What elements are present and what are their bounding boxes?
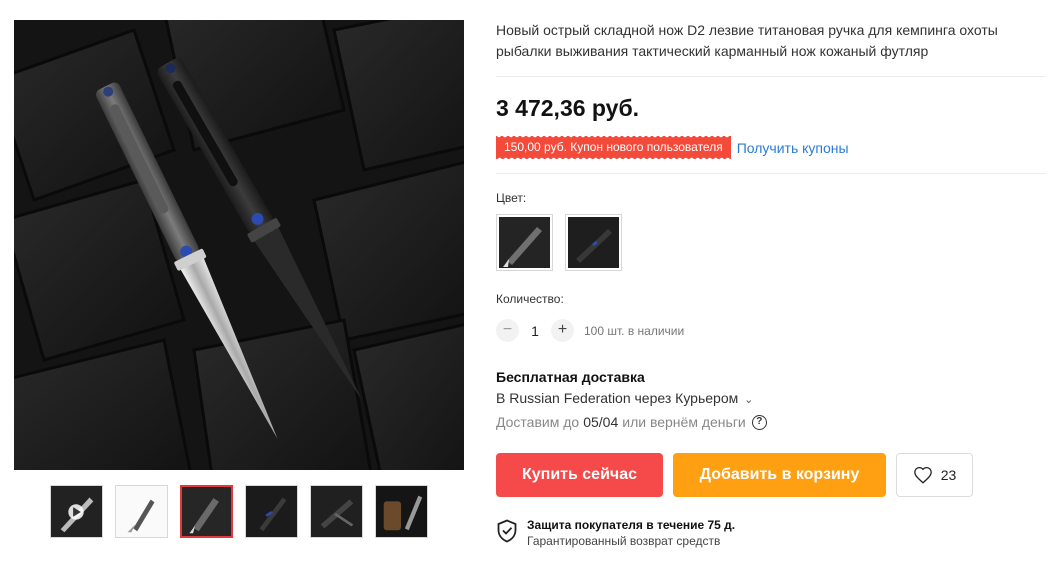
action-buttons: Купить сейчас Добавить в корзину 23: [496, 453, 1046, 497]
add-to-cart-button[interactable]: Добавить в корзину: [673, 453, 886, 497]
divider: [496, 76, 1046, 77]
delivery-estimate: Доставим до 05/04 или вернём деньги ?: [496, 414, 1046, 430]
delivery-date: 05/04: [583, 414, 619, 430]
knife-photo: [14, 20, 464, 470]
coupon-row: 150,00 руб. Купон нового пользователя По…: [496, 136, 1046, 159]
thumbnail-black-open[interactable]: [310, 485, 363, 538]
color-label: Цвет:: [496, 191, 527, 205]
product-main-image[interactable]: [14, 20, 464, 470]
shipping-title: Бесплатная доставка: [496, 369, 645, 385]
buy-now-button[interactable]: Купить сейчас: [496, 453, 663, 497]
product-price: 3 472,36 руб.: [496, 95, 640, 121]
delivery-prefix: Доставим до: [496, 414, 580, 430]
product-info-panel: Новый острый складной нож D2 лезвие тита…: [496, 20, 1046, 548]
quantity-value[interactable]: 1: [519, 323, 551, 339]
wishlist-count: 23: [940, 467, 957, 483]
wishlist-button[interactable]: 23: [896, 453, 973, 497]
quantity-decrease-button[interactable]: −: [496, 319, 519, 342]
thumbnail-black-knife[interactable]: [245, 485, 298, 538]
protection-subtitle: Гарантированный возврат средств: [527, 534, 721, 548]
delivery-suffix: или вернём деньги: [622, 414, 746, 430]
new-user-coupon-badge: 150,00 руб. Купон нового пользователя: [496, 136, 731, 159]
color-option-black[interactable]: [565, 214, 622, 271]
get-coupons-link[interactable]: Получить купоны: [737, 140, 849, 156]
thumbnail-video[interactable]: [50, 485, 103, 538]
quantity-label: Количество:: [496, 292, 564, 306]
chevron-down-icon: ⌄: [744, 394, 754, 406]
stock-info: 100 шт. в наличии: [584, 323, 685, 338]
quantity-stepper: − 1 + 100 шт. в наличии: [496, 319, 1046, 342]
shipping-method-selector[interactable]: В Russian Federation через Курьером ⌄: [496, 390, 1046, 406]
thumbnail-strip: [50, 485, 428, 538]
color-swatches: [496, 214, 1046, 271]
help-icon[interactable]: ?: [751, 414, 767, 430]
shipping-method-text: В Russian Federation через Курьером: [496, 390, 739, 406]
product-title: Новый острый складной нож D2 лезвие тита…: [496, 22, 998, 59]
heart-icon: [913, 466, 932, 484]
quantity-increase-button[interactable]: +: [551, 319, 574, 342]
thumbnail-sheath[interactable]: [375, 485, 428, 538]
divider: [496, 173, 1046, 174]
shield-check-icon: [497, 519, 517, 543]
color-option-silver[interactable]: [496, 214, 553, 271]
protection-title: Защита покупателя в течение 75 д.: [527, 518, 736, 532]
thumbnail-selected[interactable]: [180, 485, 233, 538]
thumbnail-white-bg[interactable]: [115, 485, 168, 538]
buyer-protection: Защита покупателя в течение 75 д. Гарант…: [496, 518, 1046, 548]
